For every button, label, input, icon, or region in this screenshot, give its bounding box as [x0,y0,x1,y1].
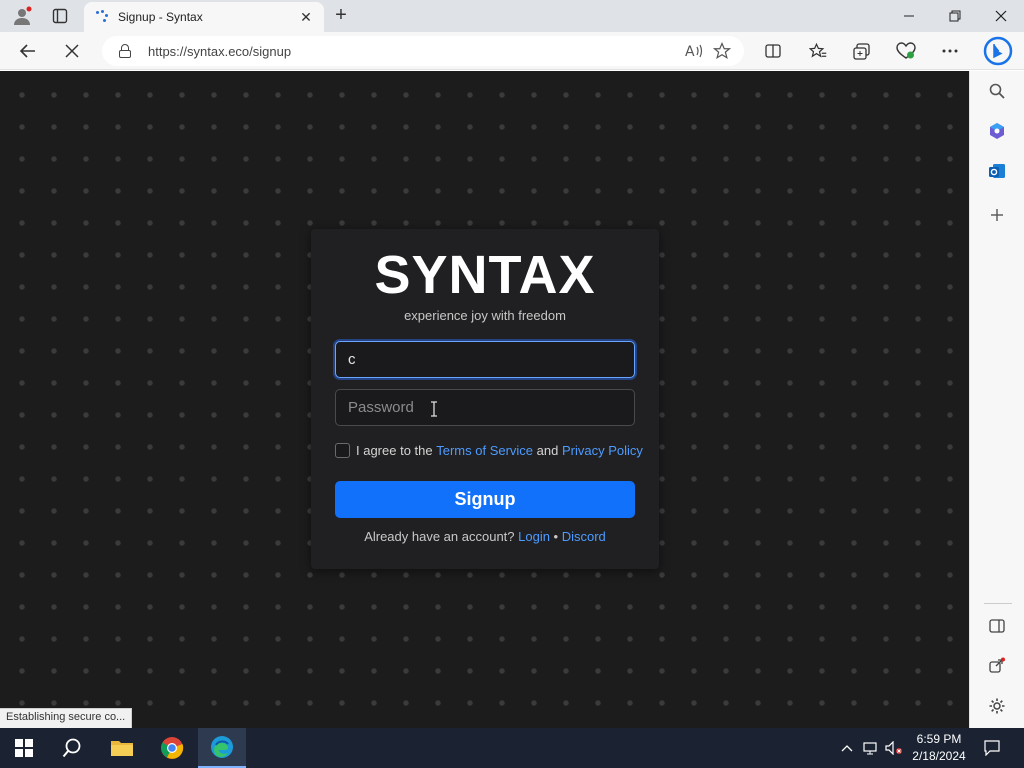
show-hidden-icons-chevron-icon[interactable] [838,728,856,768]
restore-button[interactable] [932,0,978,32]
external-link-icon[interactable] [983,652,1011,680]
clock-date: 2/18/2024 [912,749,966,763]
address-toolbar: https://syntax.eco/signup A [0,32,1024,70]
page-background: SYNTAX experience joy with freedom I agr… [0,71,969,728]
minimize-button[interactable] [886,0,932,32]
browser-essentials-icon[interactable] [892,37,920,65]
svg-text:A: A [685,44,695,59]
tab-bar: Signup - Syntax ✕ + [0,0,1024,32]
status-bar-text: Establishing secure co... [0,708,133,728]
syntax-logo: SYNTAX [374,245,596,305]
close-window-button[interactable] [978,0,1024,32]
login-link[interactable]: Login [518,529,550,544]
tab-close-icon[interactable]: ✕ [298,9,314,26]
notifications-icon[interactable] [978,728,1006,768]
chrome-icon[interactable] [148,728,196,768]
volume-muted-icon[interactable] [884,728,904,768]
stop-loading-button[interactable] [58,37,86,65]
add-icon[interactable] [983,201,1011,229]
agree-and-text: and [533,442,562,458]
edge-icon[interactable] [198,728,246,768]
url-text[interactable]: https://syntax.eco/signup [148,44,680,59]
network-icon[interactable] [861,728,881,768]
clock-time: 6:59 PM [916,732,962,746]
collections-icon[interactable] [848,37,876,65]
signup-button[interactable]: Signup [335,481,635,518]
lock-icon[interactable] [118,43,132,59]
link-separator: • [549,529,562,544]
more-menu-icon[interactable] [936,37,964,65]
tab-signup[interactable]: Signup - Syntax ✕ [84,2,324,32]
bing-copilot-icon[interactable] [982,35,1014,67]
file-explorer-icon[interactable] [98,728,146,768]
taskbar-clock[interactable]: 6:59 PM 2/18/2024 [904,731,974,765]
loading-favicon-icon [94,9,110,25]
text-cursor-icon [430,401,438,417]
windows-taskbar: 6:59 PM 2/18/2024 [0,728,1024,768]
taskbar-search-icon[interactable] [48,728,96,768]
tagline: experience joy with freedom [404,308,566,323]
password-input[interactable] [335,389,635,426]
back-button[interactable] [14,37,42,65]
profile-icon[interactable] [8,4,36,28]
tab-title: Signup - Syntax [118,10,203,24]
agree-prefix-text: I agree to the [356,442,437,458]
read-aloud-icon[interactable]: A [680,37,708,65]
signup-card: SYNTAX experience joy with freedom I agr… [311,229,659,569]
discord-link[interactable]: Discord [562,529,606,544]
edge-sidebar [969,71,1024,728]
privacy-policy-link[interactable]: Privacy Policy [562,443,643,458]
hide-sidebar-icon[interactable] [983,612,1011,640]
outlook-icon[interactable] [983,157,1011,185]
favorites-icon[interactable] [804,37,832,65]
terms-checkbox[interactable] [335,442,350,458]
already-text: Already have an account? [364,529,519,544]
favorite-star-icon[interactable] [708,37,736,65]
new-tab-button[interactable]: + [330,4,352,28]
already-have-account: Already have an account? Login • Discord [311,529,659,544]
tab-actions-icon[interactable] [46,4,74,28]
sidebar-divider [984,603,1012,604]
terms-agreement: I agree to the Terms of Service and Priv… [335,441,655,459]
username-input[interactable] [335,341,635,378]
search-icon[interactable] [983,77,1011,105]
split-screen-icon[interactable] [759,37,787,65]
terms-of-service-link[interactable]: Terms of Service [436,443,533,458]
start-button-windows-icon[interactable] [0,728,48,768]
settings-gear-icon[interactable] [983,692,1011,720]
copilot-icon[interactable] [983,117,1011,145]
address-bar[interactable]: https://syntax.eco/signup A [102,36,744,66]
